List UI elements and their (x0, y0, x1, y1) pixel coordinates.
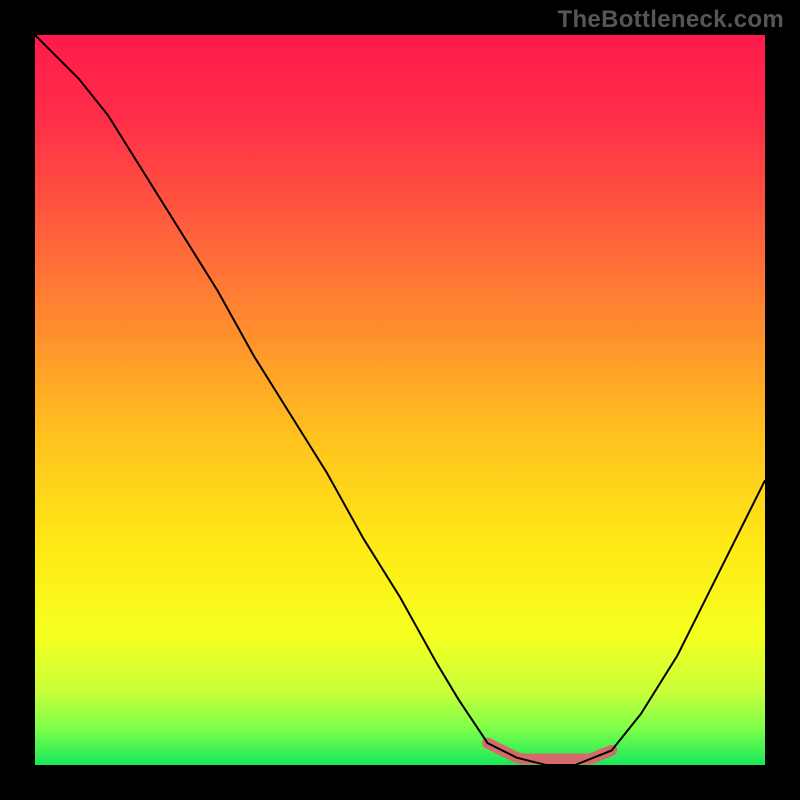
chart-frame: TheBottleneck.com (0, 0, 800, 800)
plot-area (35, 35, 765, 765)
background-gradient (35, 35, 765, 765)
attribution-text: TheBottleneck.com (558, 6, 784, 34)
